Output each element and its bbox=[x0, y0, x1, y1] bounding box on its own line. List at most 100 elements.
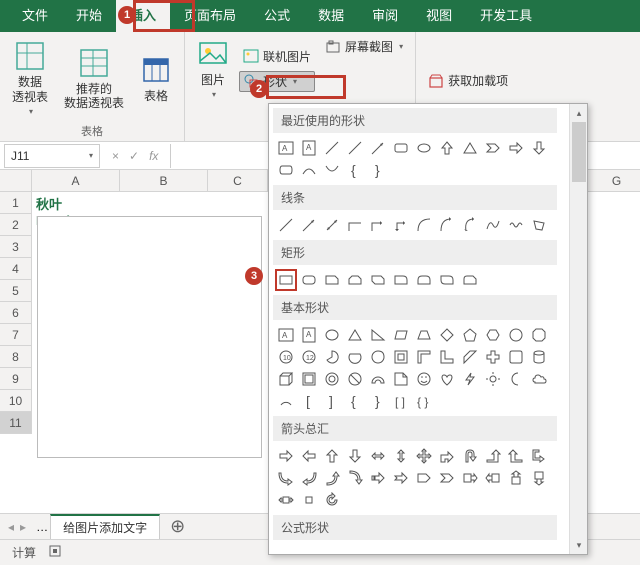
row-header[interactable]: 8 bbox=[0, 346, 32, 368]
sheet-ellipsis[interactable]: … bbox=[36, 520, 48, 534]
shape-triangle[interactable] bbox=[461, 139, 479, 157]
shape-arrow-bent-up[interactable] bbox=[484, 447, 502, 465]
shape-arrow-corner[interactable] bbox=[530, 447, 548, 465]
shape-block-arc[interactable] bbox=[369, 370, 387, 388]
shape-double-arrow[interactable] bbox=[323, 216, 341, 234]
menu-view[interactable]: 视图 bbox=[412, 0, 466, 32]
shape-block-arrow-r[interactable] bbox=[277, 447, 295, 465]
shape-line[interactable] bbox=[346, 139, 364, 157]
shape-brace-r[interactable]: } bbox=[369, 392, 387, 410]
shape-rectangle[interactable] bbox=[277, 271, 295, 289]
shape-block-arrow-l[interactable] bbox=[300, 447, 318, 465]
shape-trapezoid[interactable] bbox=[415, 326, 433, 344]
name-box[interactable]: J11 ▾ bbox=[4, 144, 100, 168]
shape-arrow-bent-l[interactable] bbox=[507, 447, 525, 465]
menu-formulas[interactable]: 公式 bbox=[250, 0, 304, 32]
row-header[interactable]: 2 bbox=[0, 214, 32, 236]
shape-arrow-lr[interactable] bbox=[369, 447, 387, 465]
row-header[interactable]: 9 bbox=[0, 368, 32, 390]
shape-octagon[interactable] bbox=[530, 326, 548, 344]
shape-elbow-double[interactable] bbox=[392, 216, 410, 234]
shape-snip2-rect[interactable] bbox=[346, 271, 364, 289]
shape-arrow-stripe-r[interactable] bbox=[369, 469, 387, 487]
shape-round-diag-rect[interactable] bbox=[438, 271, 456, 289]
shape-round-two-rect[interactable] bbox=[415, 271, 433, 289]
shape-arrow-bent[interactable] bbox=[438, 447, 456, 465]
scroll-thumb[interactable] bbox=[572, 122, 586, 182]
shape-arrow-right[interactable] bbox=[507, 139, 525, 157]
menu-data[interactable]: 数据 bbox=[304, 0, 358, 32]
sheet-tab-active[interactable]: 给图片添加文字 bbox=[50, 514, 160, 540]
shape-can[interactable] bbox=[530, 348, 548, 366]
shape-diag-stripe[interactable] bbox=[461, 348, 479, 366]
shape-chevron[interactable] bbox=[484, 139, 502, 157]
shape-arrow-curved-u[interactable] bbox=[323, 469, 341, 487]
shape-chord[interactable] bbox=[346, 348, 364, 366]
shape-plaque[interactable] bbox=[507, 348, 525, 366]
shapes-scrollbar[interactable]: ▴ ▾ bbox=[569, 104, 587, 554]
shape-heart[interactable] bbox=[438, 370, 456, 388]
shape-arc[interactable] bbox=[300, 161, 318, 179]
shape-lightning[interactable] bbox=[461, 370, 479, 388]
row-header[interactable]: 4 bbox=[0, 258, 32, 280]
shape-textbox[interactable]: A bbox=[277, 326, 295, 344]
shape-arrow-curved-r[interactable] bbox=[277, 469, 295, 487]
shape-bracket-r[interactable]: ] bbox=[323, 392, 341, 410]
sheet-next-icon[interactable]: ▸ bbox=[20, 520, 26, 534]
col-header-c[interactable]: C bbox=[208, 170, 268, 192]
shape-no[interactable] bbox=[346, 370, 364, 388]
shape-pie[interactable] bbox=[323, 348, 341, 366]
shape-arrow-ud[interactable] bbox=[392, 447, 410, 465]
sheet-prev-icon[interactable]: ◂ bbox=[8, 520, 14, 534]
shape-snip-rect[interactable] bbox=[323, 271, 341, 289]
shape-l[interactable] bbox=[438, 348, 456, 366]
shape-arrow-notch-r[interactable] bbox=[392, 469, 410, 487]
shape-triangle[interactable] bbox=[346, 326, 364, 344]
shape-frame[interactable] bbox=[392, 348, 410, 366]
shape-arrow-quad[interactable] bbox=[415, 447, 433, 465]
shape-hexagon[interactable] bbox=[484, 326, 502, 344]
shape-chevron-r[interactable] bbox=[438, 469, 456, 487]
shape-arrow-curved-l[interactable] bbox=[300, 469, 318, 487]
shape-block-arrow-u[interactable] bbox=[323, 447, 341, 465]
shape-freeform-closed[interactable] bbox=[530, 216, 548, 234]
menu-review[interactable]: 审阅 bbox=[358, 0, 412, 32]
scroll-up-icon[interactable]: ▴ bbox=[570, 104, 588, 122]
shape-arrow-down[interactable] bbox=[530, 139, 548, 157]
shape-curve-double[interactable] bbox=[461, 216, 479, 234]
shape-cloud[interactable] bbox=[530, 370, 548, 388]
recommended-pivot-button[interactable]: 推荐的 数据透视表 bbox=[60, 45, 128, 113]
shape-rect[interactable] bbox=[392, 139, 410, 157]
shape-pentagon-r[interactable] bbox=[415, 469, 433, 487]
shape-curve-arrow[interactable] bbox=[438, 216, 456, 234]
shape-donut[interactable] bbox=[323, 370, 341, 388]
shape-half-frame[interactable] bbox=[415, 348, 433, 366]
shape-brace-right[interactable]: } bbox=[369, 161, 387, 179]
col-header-b[interactable]: B bbox=[120, 170, 208, 192]
cancel-icon[interactable]: × bbox=[112, 149, 119, 163]
fx-icon[interactable]: fx bbox=[149, 149, 158, 163]
shape-dodecagon[interactable]: 12 bbox=[300, 348, 318, 366]
embedded-image-placeholder[interactable] bbox=[37, 216, 262, 458]
shape-smiley[interactable] bbox=[415, 370, 433, 388]
shape-plus[interactable] bbox=[484, 348, 502, 366]
shape-arrow-callout-u[interactable] bbox=[507, 469, 525, 487]
select-all-corner[interactable] bbox=[0, 170, 32, 192]
shape-braces[interactable]: { } bbox=[415, 392, 433, 410]
picture-button[interactable]: 图片 ▾ bbox=[193, 36, 233, 102]
menu-pagelayout[interactable]: 页面布局 bbox=[170, 0, 250, 32]
shape-arrow-callout-r[interactable] bbox=[461, 469, 479, 487]
shape-arrow-callout-d[interactable] bbox=[530, 469, 548, 487]
shape-moon[interactable] bbox=[507, 370, 525, 388]
menu-file[interactable]: 文件 bbox=[8, 0, 62, 32]
shape-rounded-rect[interactable] bbox=[300, 271, 318, 289]
shape-textbox-vert[interactable]: A bbox=[300, 326, 318, 344]
shape-round-one-rect[interactable] bbox=[392, 271, 410, 289]
col-header-g[interactable]: G bbox=[588, 170, 640, 192]
shape-textbox[interactable]: A bbox=[277, 139, 295, 157]
screenshot-button[interactable]: 屏幕截图 ▾ bbox=[321, 36, 407, 57]
row-header[interactable]: 11 bbox=[0, 412, 32, 434]
pivot-table-button[interactable]: 数据 透视表 ▾ bbox=[8, 38, 52, 118]
shape-arc2[interactable] bbox=[277, 392, 295, 410]
shape-diamond[interactable] bbox=[438, 326, 456, 344]
